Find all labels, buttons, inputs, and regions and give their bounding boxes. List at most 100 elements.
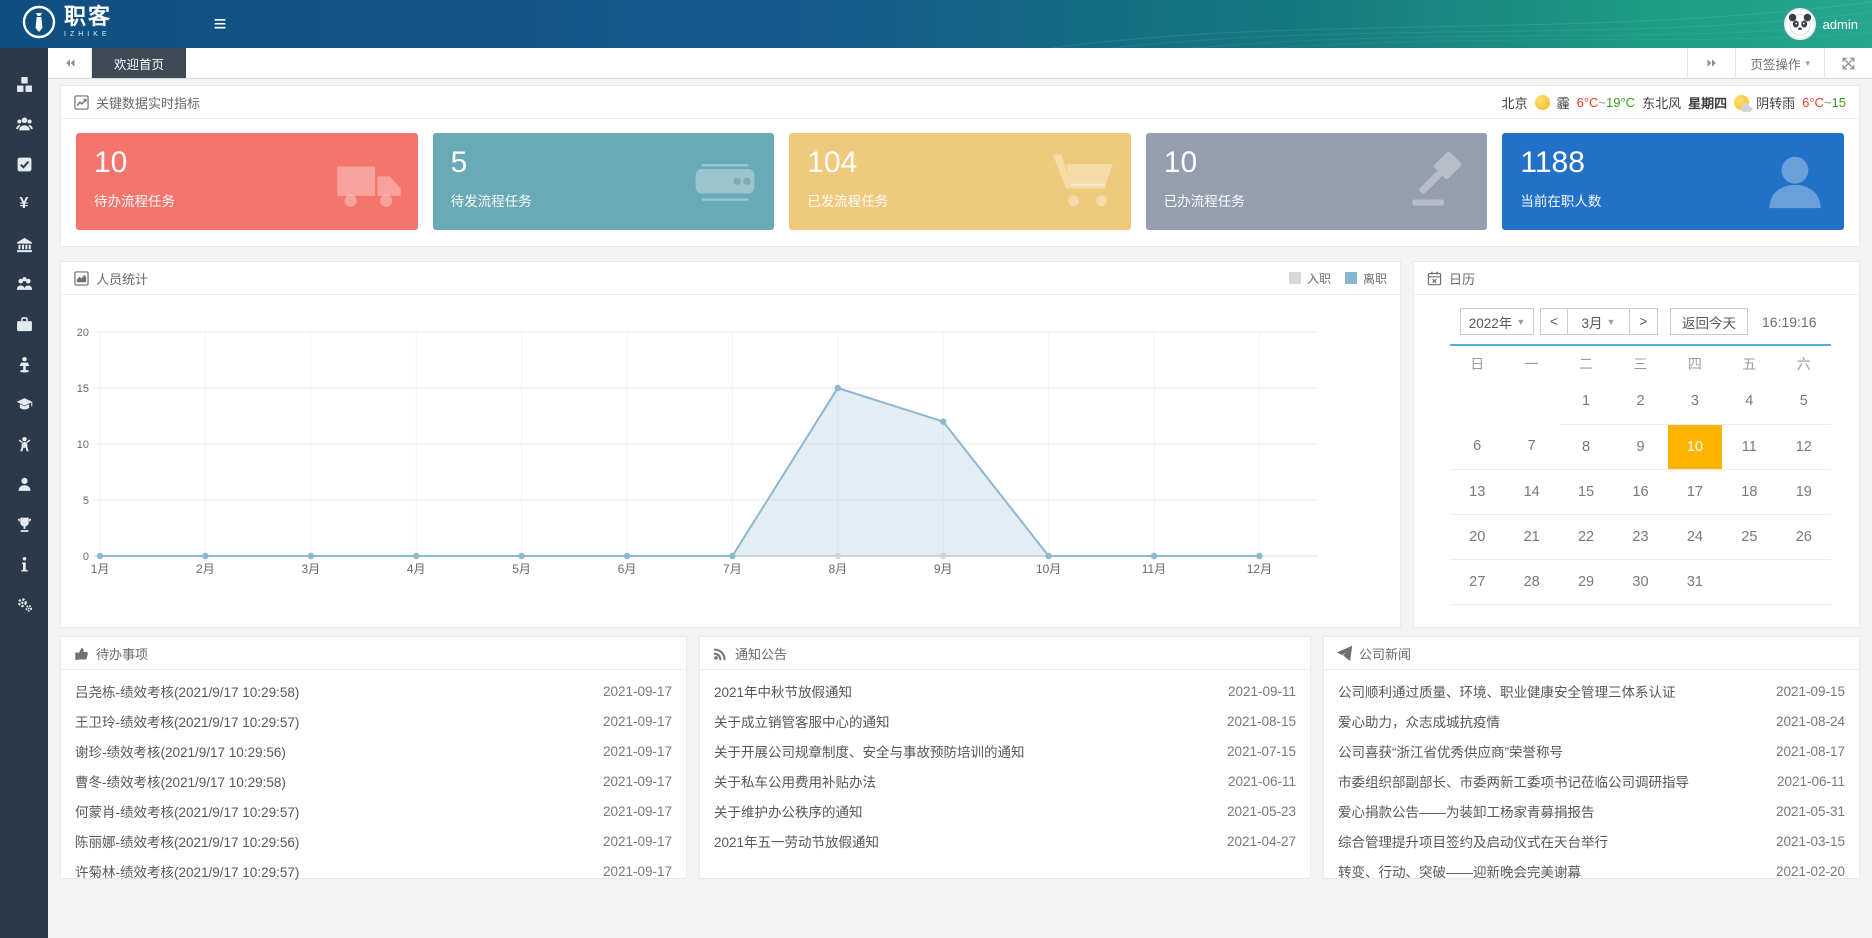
sidebar-item-approvals[interactable]	[0, 144, 48, 184]
item-title[interactable]: 何蒙肖-绩效考核(2021/9/17 10:29:57)	[75, 801, 299, 821]
sidebar-item-settings[interactable]	[0, 584, 48, 624]
item-title[interactable]: 王卫玲-绩效考核(2021/9/17 10:29:57)	[75, 711, 299, 731]
calendar-day-28[interactable]: 28	[1504, 559, 1558, 604]
calendar-day-27[interactable]: 27	[1450, 559, 1504, 604]
fullscreen-button[interactable]	[1824, 48, 1872, 78]
calendar-day-19[interactable]: 19	[1777, 469, 1831, 514]
item-title[interactable]: 关于私车公用费用补贴办法	[714, 771, 876, 791]
list-item[interactable]: 关于私车公用费用补贴办法2021-06-11	[700, 766, 1310, 796]
calendar-day-15[interactable]: 15	[1559, 469, 1613, 514]
calendar-day-29[interactable]: 29	[1559, 559, 1613, 604]
sidebar-item-training[interactable]	[0, 384, 48, 424]
calendar-day-8[interactable]: 8	[1559, 424, 1613, 469]
sidebar-item-performance[interactable]	[0, 504, 48, 544]
sidebar-item-info[interactable]	[0, 544, 48, 584]
sidebar-item-users[interactable]	[0, 264, 48, 304]
kpi-card-headcount[interactable]: 1188 当前在职人数	[1502, 133, 1844, 230]
item-title[interactable]: 综合管理提升项目签约及启动仪式在天台举行	[1338, 831, 1608, 851]
calendar-day-13[interactable]: 13	[1450, 469, 1504, 514]
calendar-day-10[interactable]: 10	[1668, 424, 1722, 469]
item-title[interactable]: 爱心助力，众志成城抗疫情	[1338, 711, 1500, 731]
list-item[interactable]: 2021年五一劳动节放假通知2021-04-27	[700, 826, 1310, 856]
sidebar-toggle-icon[interactable]: ≡	[200, 0, 240, 48]
calendar-day-24[interactable]: 24	[1668, 514, 1722, 559]
calendar-day-7[interactable]: 7	[1504, 424, 1558, 469]
calendar-day-30[interactable]: 30	[1613, 559, 1667, 604]
list-item[interactable]: 关于成立销管客服中心的通知2021-08-15	[700, 706, 1310, 736]
calendar-day-25[interactable]: 25	[1722, 514, 1776, 559]
list-item[interactable]: 2021年中秋节放假通知2021-09-11	[700, 676, 1310, 706]
calendar-day-23[interactable]: 23	[1613, 514, 1667, 559]
calendar-day-3[interactable]: 3	[1668, 379, 1722, 424]
list-item[interactable]: 曹冬-绩效考核(2021/9/17 10:29:58)2021-09-17	[61, 766, 686, 796]
calendar-day-22[interactable]: 22	[1559, 514, 1613, 559]
list-item[interactable]: 爱心助力，众志成城抗疫情2021-08-24	[1324, 706, 1859, 736]
calendar-day-11[interactable]: 11	[1722, 424, 1776, 469]
kpi-card-sent-tasks[interactable]: 104 已发流程任务	[789, 133, 1131, 230]
item-title[interactable]: 谢珍-绩效考核(2021/9/17 10:29:56)	[75, 741, 286, 761]
avatar[interactable]	[1784, 8, 1816, 40]
list-item[interactable]: 谢珍-绩效考核(2021/9/17 10:29:56)2021-09-17	[61, 736, 686, 766]
list-item[interactable]: 市委组织部副部长、市委两新工委项书记莅临公司调研指导2021-06-11	[1324, 766, 1859, 796]
kpi-card-pending-tasks[interactable]: 10 待办流程任务	[76, 133, 418, 230]
calendar-day-20[interactable]: 20	[1450, 514, 1504, 559]
calendar-day-21[interactable]: 21	[1504, 514, 1558, 559]
calendar-day-31[interactable]: 31	[1668, 559, 1722, 604]
item-title[interactable]: 陈丽娜-绩效考核(2021/9/17 10:29:56)	[75, 831, 299, 851]
list-item[interactable]: 公司顺利通过质量、环境、职业健康安全管理三体系认证2021-09-15	[1324, 676, 1859, 706]
item-title[interactable]: 爱心捐款公告——为装卸工杨家青募捐报告	[1338, 801, 1595, 821]
calendar-day-4[interactable]: 4	[1722, 379, 1776, 424]
item-title[interactable]: 关于成立销管客服中心的通知	[714, 711, 890, 731]
item-title[interactable]: 公司喜获“浙江省优秀供应商”荣誉称号	[1338, 741, 1563, 761]
list-item[interactable]: 许菊林-绩效考核(2021/9/17 10:29:57)2021-09-17	[61, 856, 686, 886]
tab-operations-dropdown[interactable]: 页签操作 ▾	[1735, 48, 1824, 78]
calendar-day-6[interactable]: 6	[1450, 424, 1504, 469]
legend-item-offboard[interactable]: 离职	[1345, 270, 1387, 287]
sidebar-item-child[interactable]	[0, 424, 48, 464]
legend-item-onboard[interactable]: 入职	[1289, 270, 1331, 287]
back-to-today-button[interactable]: 返回今天	[1670, 308, 1748, 335]
calendar-day-26[interactable]: 26	[1777, 514, 1831, 559]
app-logo[interactable]: 职客 IZHIKE	[22, 5, 112, 39]
list-item[interactable]: 公司喜获“浙江省优秀供应商”荣誉称号2021-08-17	[1324, 736, 1859, 766]
sidebar-item-lectern[interactable]	[0, 344, 48, 384]
sidebar-item-cubes[interactable]	[0, 64, 48, 104]
calendar-day-2[interactable]: 2	[1613, 379, 1667, 424]
calendar-day-12[interactable]: 12	[1777, 424, 1831, 469]
user-menu[interactable]: admin	[1784, 0, 1858, 48]
sidebar-item-salary[interactable]: ¥	[0, 184, 48, 224]
list-item[interactable]: 王卫玲-绩效考核(2021/9/17 10:29:57)2021-09-17	[61, 706, 686, 736]
calendar-day-5[interactable]: 5	[1777, 379, 1831, 424]
sidebar-item-team[interactable]	[0, 104, 48, 144]
month-select[interactable]: 3月▼	[1568, 308, 1630, 335]
prev-month-button[interactable]: <	[1540, 308, 1568, 335]
item-title[interactable]: 关于开展公司规章制度、安全与事故预防培训的通知	[714, 741, 1025, 761]
item-title[interactable]: 2021年中秋节放假通知	[714, 681, 852, 701]
year-select[interactable]: 2022年▼	[1460, 308, 1534, 335]
kpi-card-done-tasks[interactable]: 10 已办流程任务	[1146, 133, 1488, 230]
calendar-day-14[interactable]: 14	[1504, 469, 1558, 514]
calendar-day-1[interactable]: 1	[1559, 379, 1613, 424]
calendar-day-18[interactable]: 18	[1722, 469, 1776, 514]
item-title[interactable]: 曹冬-绩效考核(2021/9/17 10:29:58)	[75, 771, 286, 791]
list-item[interactable]: 关于开展公司规章制度、安全与事故预防培训的通知2021-07-15	[700, 736, 1310, 766]
item-title[interactable]: 市委组织部副部长、市委两新工委项书记莅临公司调研指导	[1338, 771, 1689, 791]
item-title[interactable]: 许菊林-绩效考核(2021/9/17 10:29:57)	[75, 861, 299, 881]
calendar-day-16[interactable]: 16	[1613, 469, 1667, 514]
item-title[interactable]: 2021年五一劳动节放假通知	[714, 831, 879, 851]
list-item[interactable]: 爱心捐款公告——为装卸工杨家青募捐报告2021-05-31	[1324, 796, 1859, 826]
list-item[interactable]: 何蒙肖-绩效考核(2021/9/17 10:29:57)2021-09-17	[61, 796, 686, 826]
sidebar-item-briefcase[interactable]	[0, 304, 48, 344]
item-title[interactable]: 关于维护办公秩序的通知	[714, 801, 863, 821]
tab-home[interactable]: 欢迎首页	[92, 48, 186, 78]
list-item[interactable]: 转变、行动、突破——迎新晚会完美谢幕2021-02-20	[1324, 856, 1859, 886]
calendar-day-17[interactable]: 17	[1668, 469, 1722, 514]
calendar-day-9[interactable]: 9	[1613, 424, 1667, 469]
tabs-scroll-left-button[interactable]	[48, 48, 92, 78]
list-item[interactable]: 综合管理提升项目签约及启动仪式在天台举行2021-03-15	[1324, 826, 1859, 856]
list-item[interactable]: 关于维护办公秩序的通知2021-05-23	[700, 796, 1310, 826]
item-title[interactable]: 吕尧栋-绩效考核(2021/9/17 10:29:58)	[75, 681, 299, 701]
item-title[interactable]: 公司顺利通过质量、环境、职业健康安全管理三体系认证	[1338, 681, 1676, 701]
sidebar-item-employee[interactable]	[0, 464, 48, 504]
next-month-button[interactable]: >	[1630, 308, 1658, 335]
